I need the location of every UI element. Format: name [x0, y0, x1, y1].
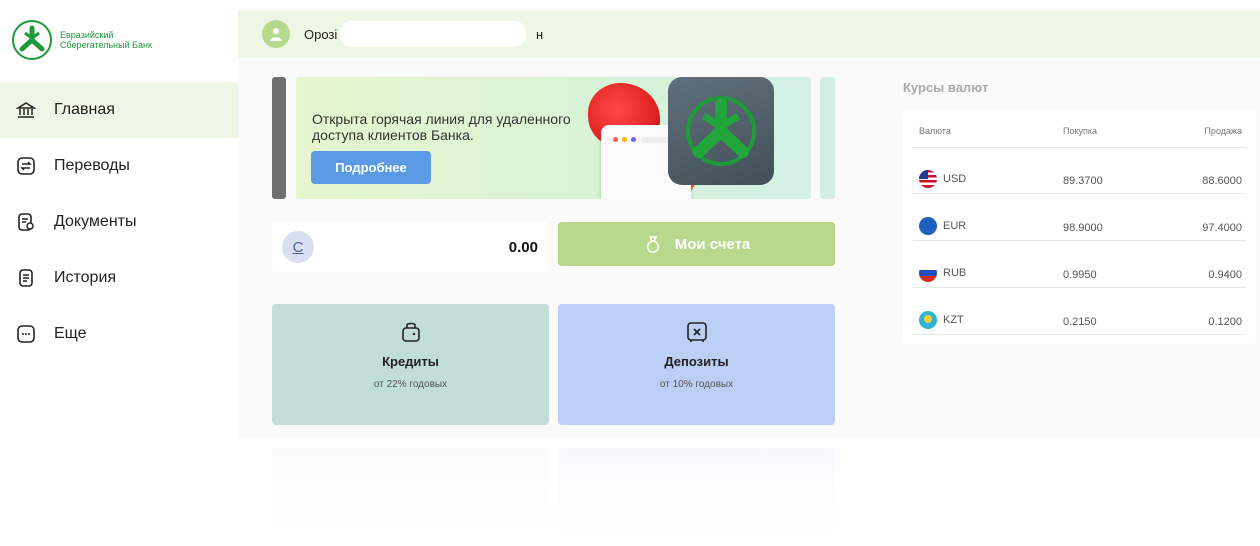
carousel-prev-slide[interactable]: [272, 77, 286, 199]
history-icon: [16, 268, 36, 288]
balance-value: 0.00: [508, 238, 538, 256]
wallet-icon: [401, 322, 420, 342]
currency-code: KZT: [943, 314, 964, 326]
bottom-fade-overlay: [0, 438, 1260, 546]
us-flag-icon: [919, 170, 937, 188]
rate-row-eur: EUR 98.9000 97.4000: [913, 217, 1246, 241]
user-name-end: н: [536, 26, 544, 42]
banner-more-button[interactable]: Подробнее: [311, 151, 431, 184]
bank-name-line1: Евразийский: [60, 30, 114, 40]
sell-rate: 88.6000: [1202, 175, 1242, 187]
sidebar-item-history[interactable]: История: [0, 250, 238, 306]
user-name-redaction: [340, 20, 526, 47]
sidebar-item-label: Документы: [54, 213, 137, 230]
bank-logo[interactable]: Евразийский Сберегательный Банк: [12, 20, 152, 60]
more-icon: [16, 324, 36, 344]
rate-row-usd: USD 89.3700 88.6000: [913, 170, 1246, 194]
transfer-icon: [16, 156, 36, 176]
deposits-subtitle: от 10% годовых: [659, 379, 734, 390]
ru-flag-icon: [919, 264, 937, 282]
sidebar-item-label: Переводы: [54, 157, 130, 174]
user-name-start: Орозі: [304, 26, 338, 42]
buy-rate: 98.9000: [1063, 222, 1103, 234]
sell-rate: 97.4000: [1202, 222, 1242, 234]
banner-text: Открыта горячая линия для удаленного дос…: [312, 111, 571, 143]
document-icon: [16, 212, 36, 232]
my-accounts-label: Мои счета: [674, 235, 751, 253]
app: Евразийский Сберегательный Банк Главная …: [0, 0, 1260, 546]
credits-subtitle: от 22% годовых: [373, 379, 448, 390]
buy-rate: 89.3700: [1063, 175, 1103, 187]
bank-name-line2: Сберегательный Банк: [60, 40, 152, 50]
kz-flag-icon: [919, 311, 937, 329]
sidebar-nav: Главная Переводы Документы История Еще: [0, 82, 238, 362]
header-sell: Продажа: [1204, 126, 1242, 136]
carousel-next-slide[interactable]: [820, 77, 835, 199]
som-currency-icon: С: [282, 231, 314, 263]
credits-title: Кредиты: [382, 354, 439, 369]
buy-rate: 0.9950: [1063, 269, 1097, 281]
currency-code: EUR: [943, 220, 967, 232]
top-header: Орозі н: [238, 10, 1260, 58]
currency-code: RUB: [943, 267, 967, 279]
buy-rate: 0.2150: [1063, 316, 1097, 328]
currency-code: USD: [943, 173, 967, 185]
eu-flag-icon: [919, 217, 937, 235]
header-currency: Валюта: [919, 126, 951, 136]
user-icon: [270, 28, 282, 41]
sidebar-item-label: Еще: [54, 325, 87, 342]
deposits-tile[interactable]: Депозиты от 10% годовых: [558, 304, 835, 425]
sidebar-item-label: Главная: [54, 101, 115, 118]
bank-name: Евразийский Сберегательный Банк: [60, 30, 152, 50]
sidebar-item-documents[interactable]: Документы: [0, 194, 238, 250]
user-name[interactable]: Орозі н: [304, 20, 543, 47]
sidebar-item-label: История: [54, 269, 117, 286]
deposits-title: Депозиты: [664, 354, 729, 369]
rates-table: Валюта Покупка Продажа USD 89.3700 88.60…: [903, 110, 1256, 344]
balance-card: С 0.00: [272, 222, 548, 272]
credits-tile[interactable]: Кредиты от 22% годовых: [272, 304, 549, 425]
bank-logo-icon: [12, 20, 52, 60]
rates-title: Курсы валют: [903, 80, 989, 95]
avatar[interactable]: [262, 20, 290, 48]
promo-banner[interactable]: Открыта горячая линия для удаленного дос…: [296, 77, 811, 199]
sell-rate: 0.1200: [1208, 316, 1242, 328]
rates-table-header: Валюта Покупка Продажа: [913, 126, 1246, 148]
safe-icon: [686, 322, 707, 342]
money-bag-icon: [643, 234, 663, 254]
rate-row-kzt: KZT 0.2150 0.1200: [913, 311, 1246, 335]
header-buy: Покупка: [1063, 126, 1098, 136]
rate-row-rub: RUB 0.9950 0.9400: [913, 264, 1246, 288]
sidebar-item-more[interactable]: Еще: [0, 306, 238, 362]
sidebar-item-transfers[interactable]: Переводы: [0, 138, 238, 194]
bank-icon: [16, 100, 36, 120]
my-accounts-button[interactable]: Мои счета: [558, 222, 835, 266]
bank-logo-tile-icon: [668, 77, 774, 185]
sidebar-item-home[interactable]: Главная: [0, 82, 238, 138]
sell-rate: 0.9400: [1208, 269, 1242, 281]
